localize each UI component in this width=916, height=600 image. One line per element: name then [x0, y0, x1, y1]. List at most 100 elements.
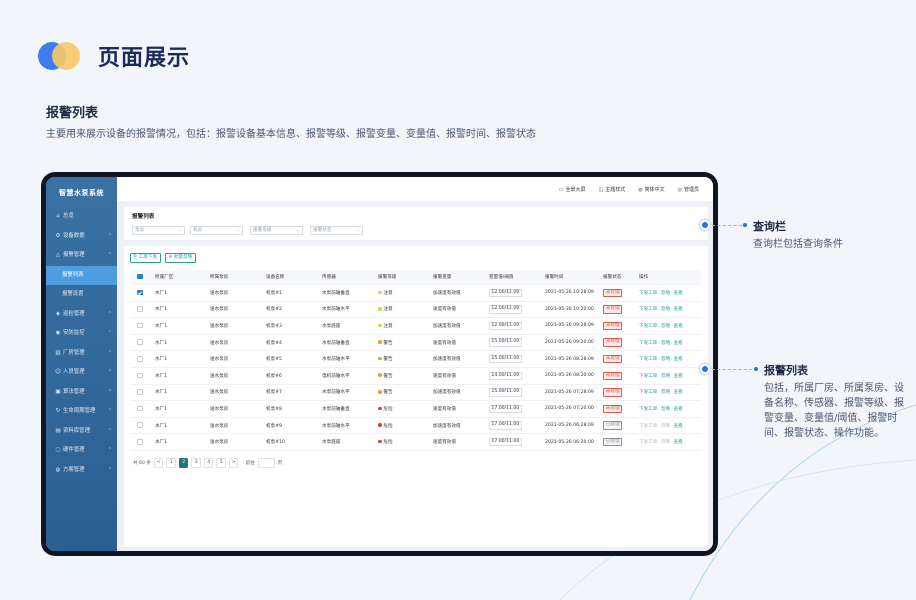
topbar-item-2[interactable]: ◍ 简体中文 — [638, 186, 664, 193]
view-link[interactable]: 查看 — [674, 424, 683, 429]
cell-sensor: 水泵前轴水平 — [319, 301, 375, 319]
view-link[interactable]: 查看 — [674, 324, 683, 329]
sidebar-item-6[interactable]: ◉ 安防监控 ⌃ — [46, 324, 117, 344]
goto-page-input[interactable] — [257, 458, 275, 468]
dispatch-order-link[interactable]: 下发工单 — [639, 341, 657, 346]
level-label: 危险 — [383, 423, 393, 429]
prev-page-button[interactable]: < — [153, 458, 164, 468]
cell-actions: 下发工单 忽略 查看 — [636, 417, 702, 435]
row-checkbox[interactable] — [137, 422, 143, 428]
column-header: 操作 — [636, 270, 702, 285]
dispatch-order-link[interactable]: 下发工单 — [639, 407, 657, 412]
main-content: ▭ 全景大屏 ◫ 主题样式 ◍ 简体中文 ◎ 管理员 报警列表 泵房 ⌄ 机房 ⌄ 报警等级 ⌄ 报… — [117, 177, 713, 551]
view-link[interactable]: 查看 — [674, 374, 683, 379]
sidebar-item-5[interactable]: ◈ 巡检管理 ⌃ — [46, 305, 117, 325]
row-checkbox[interactable] — [137, 356, 143, 362]
topbar-item-1[interactable]: ◫ 主题样式 — [598, 186, 625, 193]
cell-area: 水厂1 — [152, 284, 207, 302]
cell-device: 机泵#2 — [263, 301, 319, 319]
row-checkbox[interactable] — [137, 439, 143, 445]
filter-alarm-status[interactable]: 报警状态 ⌄ — [310, 226, 363, 235]
view-link[interactable]: 查看 — [674, 307, 683, 312]
sidebar-item-13[interactable]: ◍ 方案管理 ⌃ — [46, 461, 117, 481]
ignore-link[interactable]: 忽略 — [661, 291, 670, 296]
sidebar-item-3[interactable]: 报警列表 — [46, 265, 117, 285]
row-checkbox[interactable] — [137, 339, 143, 345]
dispatch-order-link[interactable]: 下发工单 — [639, 424, 657, 429]
ignore-link[interactable]: 忽略 — [661, 357, 670, 362]
cell-time: 2021-05-26 09:28:09 — [542, 317, 600, 335]
row-select-cell — [130, 384, 152, 402]
cell-time: 2021-05-26 08:20:00 — [542, 367, 600, 385]
cell-room: 送水泵房 — [207, 350, 263, 368]
sidebar-menu: ⌂ 总览 ⚙ 设备数据 ⌃ △ 报警管理 ⌃ 报警列表 报警设置 ◈ 巡检管理 ⌃ ◉ 安防监控 ⌃ ▥ 厂房管理… — [46, 207, 117, 480]
filter-alarm-level[interactable]: 报警等级 ⌄ — [250, 226, 303, 235]
sidebar-item-2[interactable]: △ 报警管理 ⌃ — [46, 246, 117, 266]
ignore-link[interactable]: 忽略 — [661, 407, 670, 412]
level-dot-icon — [378, 373, 382, 378]
ignore-link[interactable]: 忽略 — [661, 307, 670, 312]
dispatch-order-link[interactable]: 下发工单 — [639, 374, 657, 379]
row-checkbox[interactable] — [137, 306, 143, 312]
sidebar-item-1[interactable]: ⚙ 设备数据 ⌃ — [46, 227, 117, 247]
topbar-item-3[interactable]: ◎ 管理员 — [678, 186, 699, 193]
sidebar-item-0[interactable]: ⌂ 总览 — [46, 207, 117, 227]
dispatch-order-link[interactable]: 下发工单 — [639, 291, 657, 296]
view-link[interactable]: 查看 — [674, 440, 683, 445]
dispatch-order-link[interactable]: 下发工单 — [639, 440, 657, 445]
page-button[interactable]: 4 — [203, 458, 214, 468]
row-checkbox[interactable] — [137, 405, 143, 412]
row-checkbox[interactable] — [137, 389, 143, 395]
page-button[interactable]: 5 — [216, 458, 226, 468]
ignore-link[interactable]: 忽略 — [661, 440, 670, 445]
cell-variable: 速度有效值 — [430, 334, 486, 352]
sidebar-item-11[interactable]: ▤ 资料库管理 ⌃ — [46, 422, 117, 442]
page-button[interactable]: 1 — [166, 458, 176, 468]
cell-sensor: 电机前轴水平 — [319, 367, 375, 385]
view-link[interactable]: 查看 — [674, 357, 683, 362]
select-all-checkbox[interactable] — [137, 273, 143, 280]
cell-sensor: 水泵前轴水平 — [319, 350, 375, 368]
filter-pump-room[interactable]: 泵房 ⌄ — [132, 226, 185, 235]
value-box: 14.00/11.00 — [489, 371, 522, 381]
ignore-link[interactable]: 忽略 — [661, 324, 670, 329]
dispatch-order-link[interactable]: 下发工单 — [639, 390, 657, 395]
row-checkbox[interactable] — [137, 372, 143, 379]
connector-dot — [743, 223, 747, 227]
dispatch-order-link[interactable]: 下发工单 — [639, 324, 657, 329]
dispatch-order-link[interactable]: 下发工单 — [639, 307, 657, 312]
sidebar-item-10[interactable]: ↻ 生命周期管理 ⌃ — [46, 402, 117, 422]
sidebar-item-7[interactable]: ▥ 厂房管理 ⌃ — [46, 344, 117, 364]
next-page-button[interactable]: > — [228, 458, 239, 468]
topbar-item-0[interactable]: ▭ 全景大屏 — [559, 186, 586, 193]
row-select-cell — [130, 400, 152, 418]
view-link[interactable]: 查看 — [674, 390, 683, 395]
view-link[interactable]: 查看 — [674, 341, 683, 346]
ignore-link[interactable]: 忽略 — [661, 424, 670, 429]
cell-area: 水厂1 — [152, 400, 207, 418]
row-checkbox[interactable] — [137, 322, 143, 329]
cell-level: 危险 — [375, 400, 430, 418]
list-annotation-title: 报警列表 — [764, 364, 808, 377]
sidebar-item-8[interactable]: ☺ 人员管理 ⌃ — [46, 363, 117, 383]
ignore-link[interactable]: 忽略 — [661, 374, 670, 379]
home-icon: ⌂ — [56, 213, 60, 219]
chevron-down-icon: ⌄ — [178, 228, 182, 233]
batch-ignore-button[interactable]: ⊘ 批量忽略 — [165, 253, 196, 263]
ignore-link[interactable]: 忽略 — [661, 390, 670, 395]
page-button[interactable]: 3 — [191, 458, 201, 468]
view-link[interactable]: 查看 — [674, 407, 683, 412]
ignore-link[interactable]: 忽略 — [661, 341, 670, 346]
sidebar-item-12[interactable]: ▢ 硬件管理 ⌃ — [46, 441, 117, 461]
dispatch-order-button[interactable]: ⎘ 工单下发 — [130, 253, 161, 263]
filter-machine-room[interactable]: 机房 ⌄ — [190, 226, 243, 235]
sidebar-item-9[interactable]: ▣ 算法管理 ⌃ — [46, 383, 117, 403]
sidebar-item-4[interactable]: 报警设置 — [46, 285, 117, 305]
row-checkbox[interactable] — [137, 289, 143, 296]
page-button[interactable]: 2 — [178, 458, 189, 468]
value-box: 12.00/11.00 — [489, 288, 522, 298]
cell-area: 水厂1 — [152, 334, 207, 352]
section-title: 报警列表 — [46, 106, 99, 121]
dispatch-order-link[interactable]: 下发工单 — [639, 357, 657, 362]
view-link[interactable]: 查看 — [674, 291, 683, 296]
